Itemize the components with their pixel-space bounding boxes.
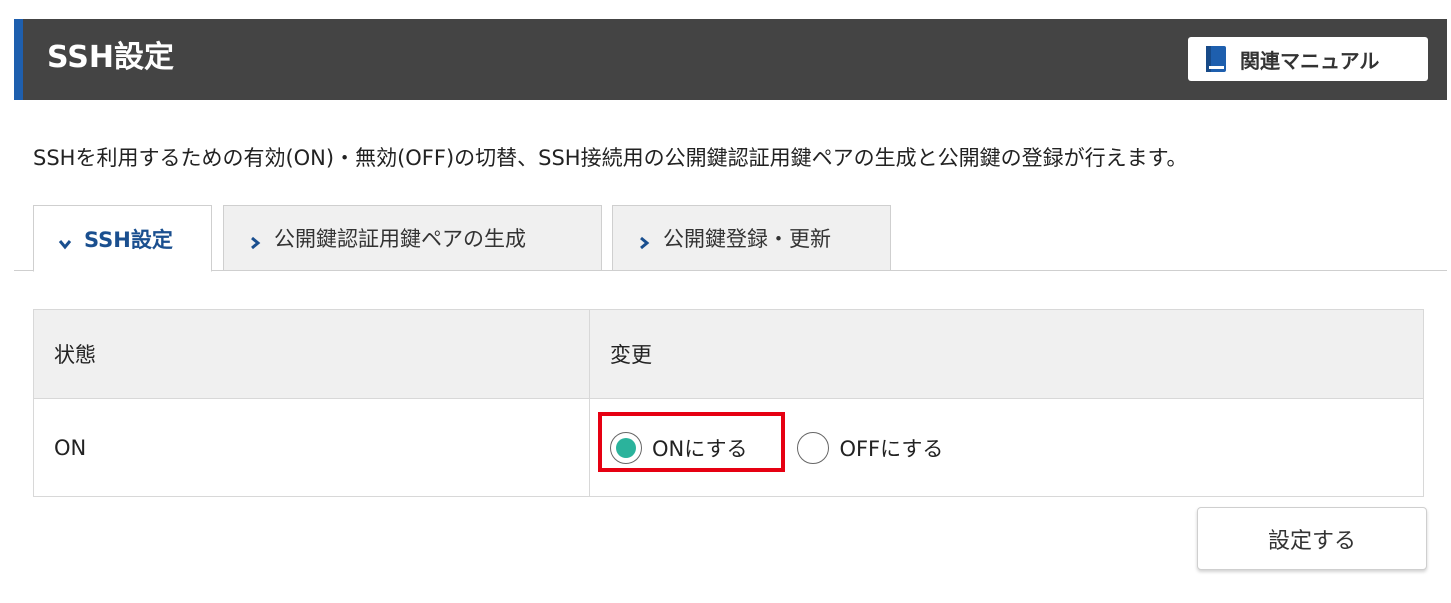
radio-on-circle[interactable] [610, 431, 642, 464]
table-header-row: 状態 変更 [34, 310, 1423, 399]
page-title: SSH設定 [47, 40, 174, 75]
tab-public-key-registration[interactable]: 公開鍵登録・更新 [612, 205, 891, 271]
tab-keypair-generation[interactable]: 公開鍵認証用鍵ペアの生成 [223, 205, 602, 271]
radio-off[interactable]: OFFにする [797, 431, 943, 464]
tab-label: 公開鍵登録・更新 [663, 227, 831, 251]
table-row: ON ONにする OFFにする [34, 399, 1423, 496]
ssh-settings-table: 状態 変更 ON ONにする OFFにする [33, 309, 1424, 497]
status-value: ON [34, 399, 590, 496]
chevron-down-icon [58, 232, 72, 249]
related-manual-button[interactable]: 関連マニュアル [1188, 37, 1428, 81]
radio-on-label[interactable]: ONにする [652, 433, 747, 463]
tab-bar: SSH設定 公開鍵認証用鍵ペアの生成 公開鍵登録・更新 [14, 205, 1447, 272]
chevron-right-icon [637, 231, 651, 250]
tab-label: 公開鍵認証用鍵ペアの生成 [274, 227, 526, 251]
book-icon [1206, 46, 1226, 72]
chevron-right-icon [248, 231, 262, 250]
radio-off-circle[interactable] [797, 431, 830, 464]
radio-on[interactable]: ONにする [598, 411, 785, 472]
column-header-status: 状態 [34, 310, 590, 398]
ssh-toggle-radio-group: ONにする OFFにする [598, 399, 943, 496]
apply-settings-button[interactable]: 設定する [1197, 507, 1427, 570]
column-header-change: 変更 [610, 343, 652, 367]
tab-ssh-settings[interactable]: SSH設定 [33, 205, 212, 272]
change-cell: ONにする OFFにする [590, 399, 1423, 496]
page-header: SSH設定 関連マニュアル [14, 19, 1447, 100]
page-description: SSHを利用するための有効(ON)・無効(OFF)の切替、SSH接続用の公開鍵認… [33, 146, 1188, 170]
related-manual-label: 関連マニュアル [1240, 48, 1380, 73]
radio-off-label[interactable]: OFFにする [839, 433, 943, 463]
tab-label: SSH設定 [84, 227, 173, 252]
